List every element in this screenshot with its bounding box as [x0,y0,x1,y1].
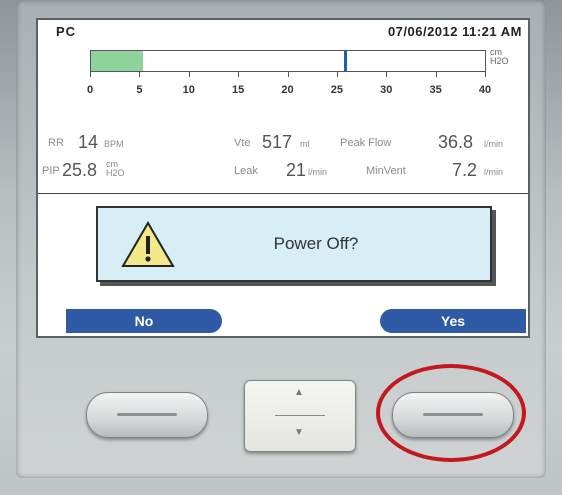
ventilator-screen: PC 07/06/2012 11:21 AM cm H2O 0 5 10 15 20 25… [36,18,530,338]
no-softkey[interactable]: No [66,309,222,333]
yes-softkey[interactable]: Yes [380,309,526,333]
rr-label: RR [48,137,64,149]
leak-unit: l/min [308,167,328,177]
arrow-divider [275,415,325,416]
scale-tick-mark [287,72,289,77]
pip-unit-bottom: H2O [106,168,125,178]
rr-value: 14 [78,132,99,152]
arrow-down-icon[interactable]: ▼ [294,427,304,438]
scale-tick-mark [435,72,437,77]
scale-tick-label: 20 [281,84,294,96]
scale-tick-mark [386,72,388,77]
scale-tick-mark [139,72,141,77]
power-off-dialog: Power Off? [96,206,492,282]
pip-value: 25.8 [62,160,98,180]
minvent-label: MinVent [366,165,406,177]
pressure-bar-fill [91,51,144,71]
dialog-message: Power Off? [273,234,359,253]
vte-value: 517 [262,132,293,152]
scale-tick-label: 10 [182,84,195,96]
scale-tick-label: 0 [86,84,94,96]
scale-tick-mark [336,72,338,77]
arrow-up-icon[interactable]: ▲ [294,387,304,398]
screen-divider [38,193,528,194]
readings-row-2: PIP 25.8 cm H2O Leak 21 l/min MinVent 7.… [38,160,528,182]
scale-tick-label: 30 [380,84,393,96]
scale-tick-label: 5 [136,84,143,96]
pip-label: PIP [42,165,60,177]
scale-tick-label: 15 [232,84,245,96]
arrow-keypad[interactable]: ▲ ▼ [244,380,356,452]
scale-tick-label: 25 [330,84,343,96]
minvent-value: 7.2 [452,160,478,180]
pressure-scale: 0 5 10 15 20 25 30 35 40 [86,72,491,102]
minvent-unit: l/min [484,167,504,177]
leak-value: 21 [286,160,307,180]
scale-tick-mark [485,72,486,77]
pip-unit: cm H2O [106,160,125,178]
left-hardware-button[interactable] [86,392,208,438]
pressure-unit-bottom: H2O [490,56,509,66]
vte-label: Vte [234,137,251,149]
peak-flow-label: Peak Flow [340,137,392,149]
pressure-bar-marker [344,50,348,72]
rr-unit: BPM [104,139,124,149]
pressure-unit: cm H2O [490,48,509,66]
pressure-bar [90,50,486,72]
left-button-groove [117,413,177,416]
scale-tick-label: 40 [478,84,492,96]
peak-flow-unit: l/min [484,139,504,149]
scale-tick-mark [238,72,240,77]
scale-tick-label: 35 [429,84,442,96]
leak-label: Leak [234,165,258,177]
highlight-circle [376,364,526,462]
vte-unit: ml [300,139,310,149]
mode-label: PC [56,24,77,39]
scale-tick-mark [188,72,190,77]
scale-tick-mark [90,72,91,77]
readings-row-1: RR 14 BPM Vte 517 ml Peak Flow 36.8 l/mi… [38,132,528,154]
peak-flow-value: 36.8 [438,132,474,152]
datetime-label: 07/06/2012 11:21 AM [387,24,522,39]
